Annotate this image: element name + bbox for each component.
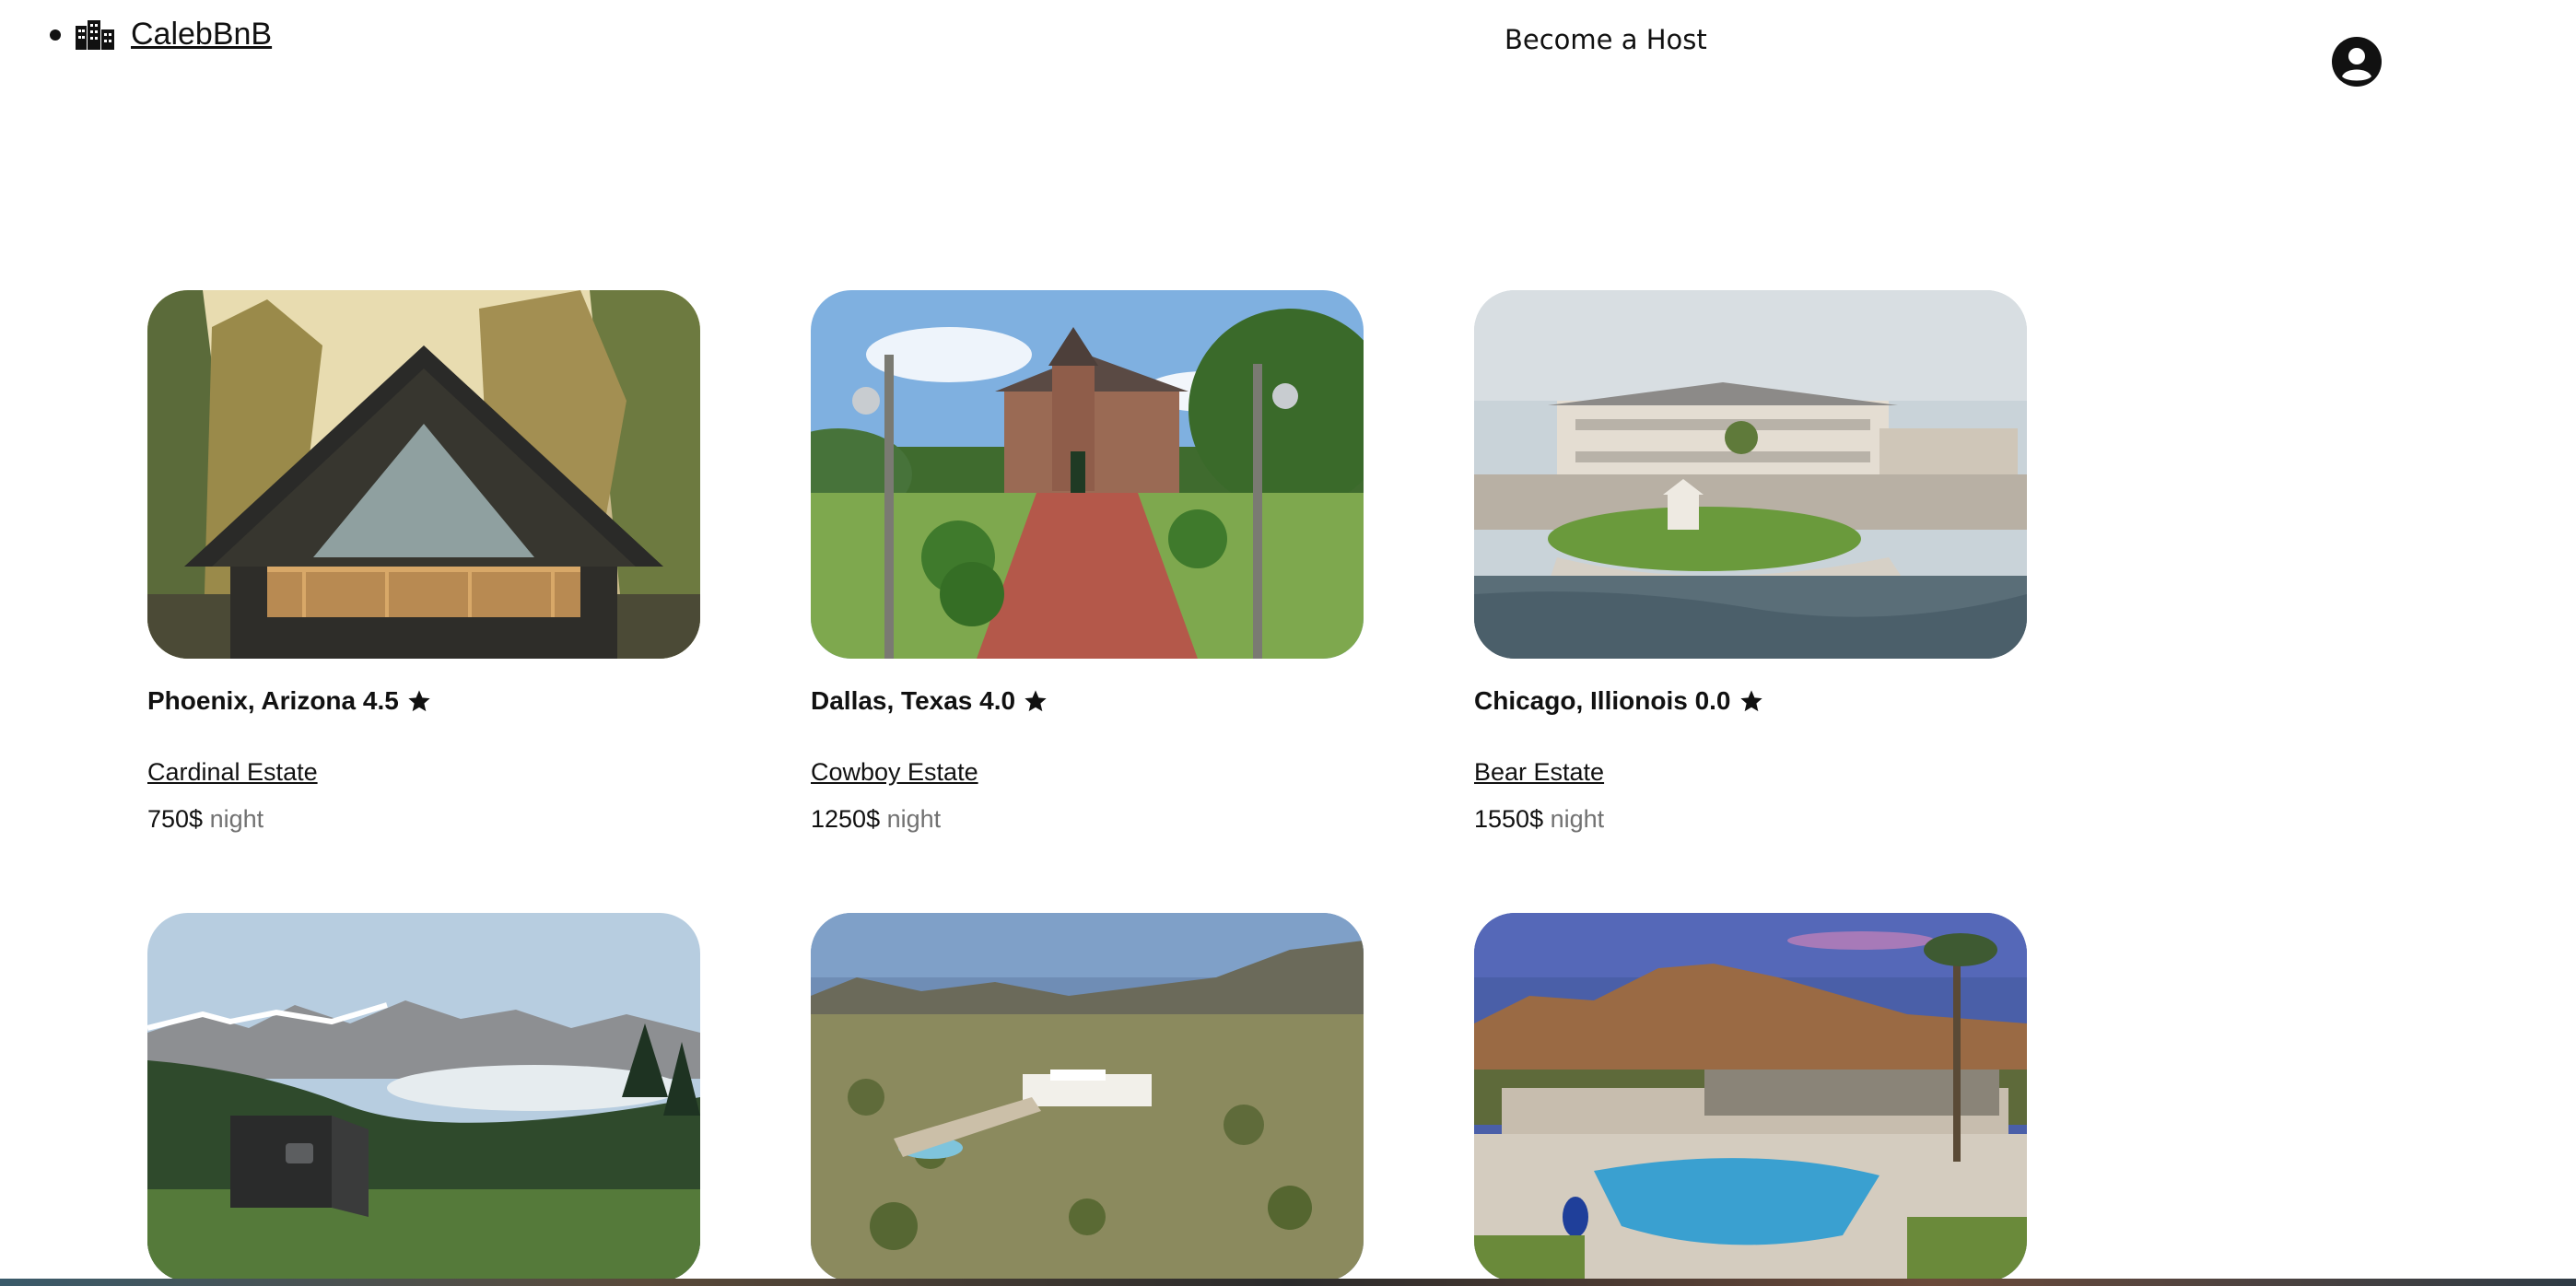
listing-location: Chicago, Illionois 0.0	[1474, 686, 2027, 716]
listing-photo-stone-house[interactable]	[811, 290, 1364, 659]
window-bottom-edge	[0, 1279, 2576, 1286]
listing-card[interactable]: Phoenix, Arizona 4.5 Cardinal Estate 750…	[147, 290, 700, 834]
listing-photo-aframe-cabin[interactable]	[147, 290, 700, 659]
listing-photo-pool-house[interactable]	[1474, 913, 2027, 1281]
listing-grid: Phoenix, Arizona 4.5 Cardinal Estate 750…	[147, 290, 2027, 1281]
listing-card[interactable]	[1474, 913, 2027, 1281]
become-host-link[interactable]: Become a Host	[1505, 24, 1707, 55]
star-icon	[1025, 690, 1047, 712]
listing-location-text: Chicago, Illionois 0.0	[1474, 686, 1731, 715]
brand[interactable]: CalebBnB	[50, 17, 272, 53]
user-circle-icon[interactable]	[2332, 37, 2382, 87]
price-unit: night	[209, 805, 264, 833]
listing-card[interactable]: Chicago, Illionois 0.0 Bear Estate 1550$…	[1474, 290, 2027, 834]
top-nav: CalebBnB Become a Host	[0, 0, 2576, 92]
listing-location: Phoenix, Arizona 4.5	[147, 686, 700, 716]
listing-photo-mountain-cabin[interactable]	[147, 913, 700, 1281]
listing-name-link[interactable]: Cardinal Estate	[147, 758, 318, 787]
listing-price: 750$ night	[147, 805, 700, 834]
price-value: 1550$	[1474, 805, 1544, 833]
listing-name-link[interactable]: Bear Estate	[1474, 758, 1604, 787]
city-buildings-icon	[76, 19, 114, 50]
listing-photo-desert-house[interactable]	[811, 913, 1364, 1281]
star-icon	[408, 690, 430, 712]
star-icon	[1739, 690, 1762, 712]
listing-price: 1550$ night	[1474, 805, 2027, 834]
listing-location-text: Dallas, Texas 4.0	[811, 686, 1016, 715]
listing-name-link[interactable]: Cowboy Estate	[811, 758, 978, 787]
listing-location: Dallas, Texas 4.0	[811, 686, 1364, 716]
list-bullet	[50, 29, 61, 41]
listing-card[interactable]: Dallas, Texas 4.0 Cowboy Estate 1250$ ni…	[811, 290, 1364, 834]
listing-location-text: Phoenix, Arizona 4.5	[147, 686, 399, 715]
price-value: 750$	[147, 805, 204, 833]
price-unit: night	[886, 805, 942, 833]
listing-card[interactable]	[147, 913, 700, 1281]
listing-photo-waterfront-mansion[interactable]	[1474, 290, 2027, 659]
price-unit: night	[1550, 805, 1605, 833]
listing-card[interactable]	[811, 913, 1364, 1281]
listing-price: 1250$ night	[811, 805, 1364, 834]
price-value: 1250$	[811, 805, 881, 833]
brand-link[interactable]: CalebBnB	[131, 17, 272, 53]
